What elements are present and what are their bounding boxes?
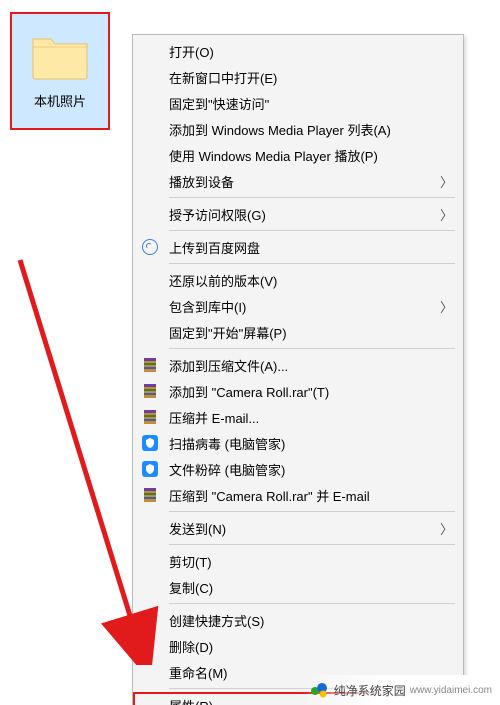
- separator: [169, 197, 455, 198]
- submenu-arrow-icon: 〉: [440, 519, 453, 538]
- submenu-arrow-icon: 〉: [440, 172, 453, 191]
- menu-pin-quick-access[interactable]: 固定到"快速访问": [133, 90, 463, 116]
- watermark: 纯净系统家园 www.yidaimei.com: [302, 675, 500, 705]
- menu-cast-to-device[interactable]: 播放到设备 〉: [133, 168, 463, 194]
- separator: [169, 230, 455, 231]
- menu-wmp-add-list[interactable]: 添加到 Windows Media Player 列表(A): [133, 116, 463, 142]
- context-menu: 打开(O) 在新窗口中打开(E) 固定到"快速访问" 添加到 Windows M…: [132, 34, 464, 705]
- menu-create-shortcut[interactable]: 创建快捷方式(S): [133, 607, 463, 633]
- folder-label: 本机照片: [34, 91, 86, 110]
- menu-grant-access[interactable]: 授予访问权限(G) 〉: [133, 201, 463, 227]
- separator: [169, 348, 455, 349]
- baidu-cloud-icon: [141, 238, 159, 256]
- shield-shred-icon: [141, 460, 159, 478]
- separator: [169, 603, 455, 604]
- menu-upload-baidu[interactable]: 上传到百度网盘: [133, 234, 463, 260]
- selected-folder[interactable]: 本机照片: [10, 12, 110, 130]
- menu-copy[interactable]: 复制(C): [133, 574, 463, 600]
- menu-open-new-window[interactable]: 在新窗口中打开(E): [133, 64, 463, 90]
- menu-add-to-archive[interactable]: 添加到压缩文件(A)...: [133, 352, 463, 378]
- menu-send-to[interactable]: 发送到(N) 〉: [133, 515, 463, 541]
- menu-compress-rar-email[interactable]: 压缩到 "Camera Roll.rar" 并 E-mail: [133, 482, 463, 508]
- menu-cut[interactable]: 剪切(T): [133, 548, 463, 574]
- watermark-logo-icon: [310, 681, 328, 699]
- watermark-site: www.yidaimei.com: [410, 685, 492, 696]
- rar-icon: [141, 382, 159, 400]
- submenu-arrow-icon: 〉: [440, 297, 453, 316]
- watermark-brand: 纯净系统家园: [334, 682, 406, 699]
- menu-delete[interactable]: 删除(D): [133, 633, 463, 659]
- menu-include-library[interactable]: 包含到库中(I) 〉: [133, 293, 463, 319]
- menu-restore-previous[interactable]: 还原以前的版本(V): [133, 267, 463, 293]
- menu-pin-to-start[interactable]: 固定到"开始"屏幕(P): [133, 319, 463, 345]
- submenu-arrow-icon: 〉: [440, 205, 453, 224]
- menu-scan-virus[interactable]: 扫描病毒 (电脑管家): [133, 430, 463, 456]
- menu-add-to-camera-rar[interactable]: 添加到 "Camera Roll.rar"(T): [133, 378, 463, 404]
- separator: [169, 263, 455, 264]
- menu-wmp-play[interactable]: 使用 Windows Media Player 播放(P): [133, 142, 463, 168]
- separator: [169, 544, 455, 545]
- menu-file-shred[interactable]: 文件粉碎 (电脑管家): [133, 456, 463, 482]
- rar-icon: [141, 408, 159, 426]
- separator: [169, 511, 455, 512]
- menu-open[interactable]: 打开(O): [133, 38, 463, 64]
- folder-icon: [31, 33, 89, 81]
- rar-icon: [141, 486, 159, 504]
- menu-compress-email[interactable]: 压缩并 E-mail...: [133, 404, 463, 430]
- rar-icon: [141, 356, 159, 374]
- shield-scan-icon: [141, 434, 159, 452]
